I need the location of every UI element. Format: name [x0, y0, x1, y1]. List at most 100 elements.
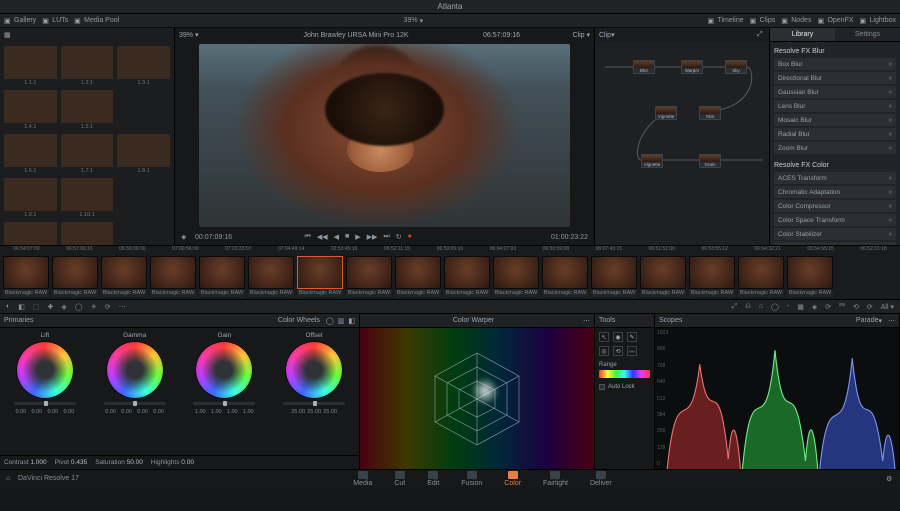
wheel-value[interactable]: 1.00 [225, 409, 239, 415]
toolbar-luts[interactable]: ▣LUTs [42, 17, 68, 25]
primaries-param-pivot[interactable]: Pivot 0.435 [55, 459, 88, 466]
play-icon[interactable]: ▶ [355, 233, 360, 241]
pin-tool-icon[interactable]: ◉ [613, 332, 623, 342]
viewer-fit[interactable]: 39% [179, 32, 193, 39]
primaries-param-saturation[interactable]: Saturation 50.00 [95, 459, 143, 466]
mid-tool-r-0[interactable]: ⤢ [732, 303, 738, 311]
library-item[interactable]: Box Blur [774, 58, 896, 70]
gallery-still[interactable]: 1.7.1 [61, 134, 114, 174]
timeline-clip[interactable]: Blackmagic RAW [591, 256, 637, 297]
bars-icon[interactable]: ▥ [338, 317, 345, 325]
warper-opts-icon[interactable]: ⋯ [583, 317, 590, 325]
master-slider[interactable] [14, 402, 76, 405]
home-icon[interactable]: ⌂ [6, 475, 14, 483]
wheel-value[interactable]: 0.00 [136, 409, 150, 415]
timeline-clip[interactable]: Blackmagic RAW [150, 256, 196, 297]
page-color[interactable]: Color [504, 471, 521, 487]
wheel-value[interactable]: 0.00 [62, 409, 76, 415]
toolbar-timeline[interactable]: ▣Timeline [707, 17, 743, 25]
node-scope[interactable]: Clip [599, 32, 611, 39]
color-wheel[interactable] [106, 341, 164, 399]
wheel-value[interactable]: 0.00 [104, 409, 118, 415]
log-icon[interactable]: ◧ [348, 317, 355, 325]
smooth-tool-icon[interactable]: 〰 [627, 346, 637, 356]
timeline-clip[interactable]: Blackmagic RAW [787, 256, 833, 297]
select-tool-icon[interactable]: ↖ [599, 332, 609, 342]
wheels-icon[interactable]: ◯ [326, 317, 334, 325]
mid-tool-3[interactable]: ✚ [47, 303, 53, 311]
library-tab-settings[interactable]: Settings [835, 28, 900, 41]
primaries-mode[interactable]: Color Wheels [278, 317, 320, 324]
primaries-param-highlights[interactable]: Highlights 0.00 [151, 459, 194, 466]
master-slider[interactable] [104, 402, 166, 405]
timeline-clip[interactable]: Blackmagic RAW [297, 256, 343, 297]
color-wheel[interactable] [195, 341, 253, 399]
timeline-clip[interactable]: Blackmagic RAW [689, 256, 735, 297]
wheel-value[interactable]: 0.00 [14, 409, 28, 415]
library-item[interactable]: Color Stabilizer [774, 228, 896, 240]
toolbar-openfx[interactable]: ▣OpenFX [817, 17, 853, 25]
wheel-value[interactable]: 1.00 [193, 409, 207, 415]
mid-tool-r-5[interactable]: ▦ [797, 303, 804, 311]
draw-tool-icon[interactable]: ✎ [627, 332, 637, 342]
timeline-clip[interactable]: Blackmagic RAW [493, 256, 539, 297]
wheel-value[interactable]: 0.00 [46, 409, 60, 415]
node-zoom-icon[interactable]: ⤢ [757, 31, 765, 39]
mid-tool-r-4[interactable]: - [787, 303, 789, 310]
library-item[interactable]: Directional Blur [774, 72, 896, 84]
color-wheel[interactable] [285, 341, 343, 399]
timeline-clip[interactable]: Blackmagic RAW [542, 256, 588, 297]
node-canvas[interactable]: BlurWarperSkyVignetteSkinVignetteGrain [595, 42, 769, 245]
node-vignette[interactable]: Vignette [655, 106, 677, 120]
viewer-image[interactable] [199, 44, 570, 227]
wheel-value[interactable]: 25.00 [291, 409, 305, 415]
library-item[interactable]: Lens Blur [774, 100, 896, 112]
toolbar-gallery[interactable]: ▣Gallery [4, 17, 36, 25]
mid-tool-r-8[interactable]: ⎃ [839, 303, 845, 311]
library-item[interactable]: Zoom Blur [774, 142, 896, 154]
master-slider[interactable] [283, 402, 345, 405]
project-settings-icon[interactable]: ⚙ [886, 475, 894, 483]
timeline-clip[interactable]: Blackmagic RAW [248, 256, 294, 297]
library-item[interactable]: Radial Blur [774, 128, 896, 140]
gallery-still[interactable]: 1.4.1 [4, 90, 57, 130]
mid-tool-7[interactable]: ⟳ [105, 303, 111, 311]
node-skin[interactable]: Skin [699, 106, 721, 120]
wheel-value[interactable]: 25.00 [323, 409, 337, 415]
library-tab-library[interactable]: Library [770, 28, 835, 41]
library-item[interactable]: ACES Transform [774, 172, 896, 184]
gallery-still[interactable]: 1.8.1 [117, 134, 170, 174]
loop-icon[interactable]: ↻ [396, 233, 402, 241]
wheel-value[interactable]: 0.00 [120, 409, 134, 415]
page-fusion[interactable]: Fusion [461, 471, 482, 487]
mid-tool-r-6[interactable]: ◈ [812, 303, 817, 311]
page-edit[interactable]: Edit [427, 471, 439, 487]
wheel-value[interactable]: 0.00 [152, 409, 166, 415]
step-back-icon[interactable]: ◀◀ [317, 233, 328, 241]
sampler-tool-icon[interactable]: ◎ [599, 346, 609, 356]
stop-icon[interactable]: ■ [345, 233, 349, 241]
gallery-still[interactable]: 1.5.1 [61, 90, 114, 130]
zoom-value[interactable]: 39% ▾ [404, 17, 424, 25]
library-item[interactable]: Contrast Pop [774, 242, 896, 245]
clip-selector[interactable]: Clip [572, 32, 584, 39]
gallery-still[interactable]: 1.12.1 [61, 222, 114, 245]
mid-tool-r-10[interactable]: ⟳ [867, 303, 873, 311]
step-fwd-icon[interactable]: ▶▶ [367, 233, 378, 241]
library-item[interactable]: Color Compressor [774, 200, 896, 212]
mid-tool-r-2[interactable]: ⌂ [759, 303, 763, 310]
mid-tool-r-1[interactable]: ⎌ [745, 303, 751, 311]
library-item[interactable]: Chromatic Adaptation [774, 186, 896, 198]
timeline-clip[interactable]: Blackmagic RAW [52, 256, 98, 297]
primaries-param-contrast[interactable]: Contrast 1.000 [4, 459, 47, 466]
mid-tool-0[interactable]: ◐ [6, 303, 10, 310]
node-grain[interactable]: Grain [699, 154, 721, 168]
mid-tool-1[interactable]: ◧ [18, 303, 25, 311]
gallery-still[interactable]: 1.10.1 [61, 178, 114, 218]
master-slider[interactable] [193, 402, 255, 405]
warper-canvas[interactable] [360, 328, 594, 469]
mid-tool-2[interactable]: ⬚ [33, 303, 40, 311]
gallery-still[interactable]: 1.1.1 [4, 46, 57, 86]
timeline-clip[interactable]: Blackmagic RAW [101, 256, 147, 297]
toolbar-clips[interactable]: ▣Clips [750, 17, 776, 25]
